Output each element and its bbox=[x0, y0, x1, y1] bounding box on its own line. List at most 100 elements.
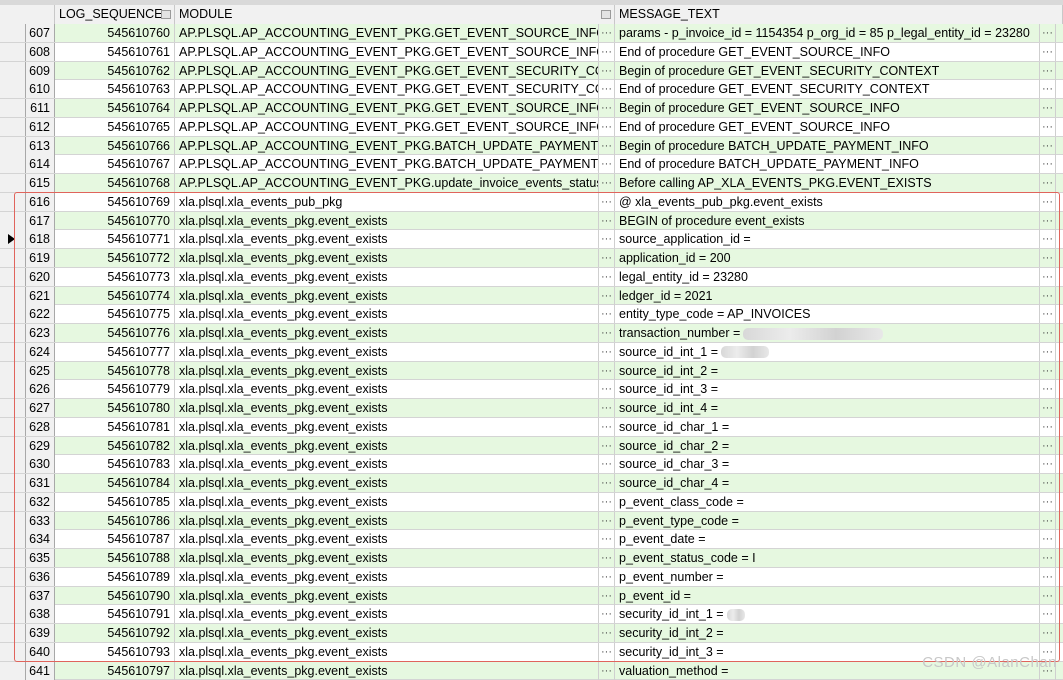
cell-ellipsis-button[interactable]: ··· bbox=[599, 642, 615, 661]
cell-ellipsis-button[interactable]: ··· bbox=[1040, 455, 1056, 474]
column-header-message-text[interactable]: MESSAGE_TEXT bbox=[615, 5, 1063, 24]
cell-ellipsis-button[interactable]: ··· bbox=[599, 605, 615, 624]
cell-message-text[interactable]: source_id_int_2 = bbox=[615, 361, 1040, 380]
table-row[interactable]: 629 545610782 xla.plsql.xla_events_pkg.eve… bbox=[0, 436, 1063, 456]
cell-log-sequence[interactable]: 545610781 bbox=[55, 417, 175, 436]
table-row[interactable]: 636 545610789 xla.plsql.xla_events_pkg.eve… bbox=[0, 567, 1063, 587]
cell-ellipsis-button[interactable]: ··· bbox=[599, 549, 615, 567]
row-indicator[interactable] bbox=[0, 24, 26, 42]
cell-module[interactable]: xla.plsql.xla_events_pkg.event_exists bbox=[175, 211, 599, 230]
table-row[interactable]: 609 545610762 AP.PLSQL.AP_ACCOUNTING_EVENT… bbox=[0, 61, 1063, 81]
row-indicator[interactable] bbox=[0, 567, 26, 586]
cell-message-text[interactable]: ledger_id = 2021 bbox=[615, 286, 1040, 305]
cell-ellipsis-button[interactable]: ··· bbox=[1040, 305, 1056, 324]
cell-module[interactable]: AP.PLSQL.AP_ACCOUNTING_EVENT_PKG.GET_EVE… bbox=[175, 117, 599, 136]
cell-log-sequence[interactable]: 545610765 bbox=[55, 117, 175, 136]
cell-ellipsis-button[interactable]: ··· bbox=[1040, 155, 1056, 174]
cell-ellipsis-button[interactable]: ··· bbox=[599, 474, 615, 492]
cell-log-sequence[interactable]: 545610771 bbox=[55, 230, 175, 249]
cell-ellipsis-button[interactable]: ··· bbox=[1040, 399, 1056, 417]
cell-ellipsis-button[interactable]: ··· bbox=[1040, 586, 1056, 605]
cell-message-text[interactable]: params - p_invoice_id = 1154354 p_org_id… bbox=[615, 24, 1040, 42]
cell-log-sequence[interactable]: 545610785 bbox=[55, 492, 175, 511]
cell-ellipsis-button[interactable]: ··· bbox=[599, 174, 615, 192]
row-indicator[interactable] bbox=[0, 80, 26, 99]
cell-ellipsis-button[interactable]: ··· bbox=[1040, 136, 1056, 155]
table-row[interactable]: 638 545610791 xla.plsql.xla_events_pkg.eve… bbox=[0, 605, 1063, 624]
cell-module[interactable]: AP.PLSQL.AP_ACCOUNTING_EVENT_PKG.BATCH_U… bbox=[175, 136, 599, 155]
table-row[interactable]: 626 545610779 xla.plsql.xla_events_pkg.eve… bbox=[0, 380, 1063, 399]
cell-log-sequence[interactable]: 545610791 bbox=[55, 605, 175, 624]
cell-message-text[interactable]: Before calling AP_XLA_EVENTS_PKG.EVENT_E… bbox=[615, 174, 1040, 192]
row-indicator[interactable] bbox=[0, 436, 26, 455]
cell-log-sequence[interactable]: 545610774 bbox=[55, 286, 175, 305]
cell-ellipsis-button[interactable]: ··· bbox=[599, 417, 615, 436]
row-indicator[interactable] bbox=[0, 230, 26, 249]
cell-message-text[interactable]: Begin of procedure GET_EVENT_SECURITY_CO… bbox=[615, 61, 1040, 80]
cell-ellipsis-button[interactable]: ··· bbox=[1040, 192, 1056, 211]
cell-module[interactable]: AP.PLSQL.AP_ACCOUNTING_EVENT_PKG.BATCH_U… bbox=[175, 155, 599, 174]
cell-message-text[interactable]: legal_entity_id = 23280 bbox=[615, 267, 1040, 286]
cell-ellipsis-button[interactable]: ··· bbox=[1040, 24, 1056, 42]
cell-ellipsis-button[interactable]: ··· bbox=[1040, 342, 1056, 361]
cell-ellipsis-button[interactable]: ··· bbox=[599, 511, 615, 530]
cell-ellipsis-button[interactable]: ··· bbox=[1040, 174, 1056, 192]
cell-message-text[interactable]: source_id_char_2 = bbox=[615, 436, 1040, 455]
cell-ellipsis-button[interactable]: ··· bbox=[599, 586, 615, 605]
cell-ellipsis-button[interactable]: ··· bbox=[1040, 211, 1056, 230]
cell-ellipsis-button[interactable]: ··· bbox=[1040, 417, 1056, 436]
row-indicator[interactable] bbox=[0, 624, 26, 642]
header-corner[interactable] bbox=[0, 5, 55, 24]
row-indicator[interactable] bbox=[0, 155, 26, 174]
table-row[interactable]: 621 545610774 xla.plsql.xla_events_pkg.eve… bbox=[0, 286, 1063, 306]
cell-message-text[interactable]: application_id = 200 bbox=[615, 249, 1040, 267]
cell-log-sequence[interactable]: 545610770 bbox=[55, 211, 175, 230]
cell-ellipsis-button[interactable]: ··· bbox=[599, 324, 615, 342]
cell-ellipsis-button[interactable]: ··· bbox=[599, 399, 615, 417]
cell-message-text[interactable]: p_event_number = bbox=[615, 567, 1040, 586]
cell-module[interactable]: xla.plsql.xla_events_pkg.event_exists bbox=[175, 286, 599, 305]
cell-ellipsis-button[interactable]: ··· bbox=[1040, 511, 1056, 530]
row-indicator[interactable] bbox=[0, 136, 26, 155]
row-indicator[interactable] bbox=[0, 530, 26, 549]
table-row[interactable]: 612 545610765 AP.PLSQL.AP_ACCOUNTING_EVENT… bbox=[0, 117, 1063, 137]
cell-ellipsis-button[interactable]: ··· bbox=[1040, 361, 1056, 380]
cell-message-text[interactable]: Begin of procedure BATCH_UPDATE_PAYMENT_… bbox=[615, 136, 1040, 155]
table-row[interactable]: 632 545610785 xla.plsql.xla_events_pkg.eve… bbox=[0, 492, 1063, 512]
cell-ellipsis-button[interactable]: ··· bbox=[1040, 230, 1056, 249]
table-row[interactable]: 608 545610761 AP.PLSQL.AP_ACCOUNTING_EVENT… bbox=[0, 42, 1063, 62]
row-indicator[interactable] bbox=[0, 417, 26, 436]
cell-ellipsis-button[interactable]: ··· bbox=[599, 155, 615, 174]
cell-ellipsis-button[interactable]: ··· bbox=[1040, 99, 1056, 117]
cell-ellipsis-button[interactable]: ··· bbox=[1040, 474, 1056, 492]
cell-module[interactable]: xla.plsql.xla_events_pkg.event_exists bbox=[175, 230, 599, 249]
cell-module[interactable]: xla.plsql.xla_events_pkg.event_exists bbox=[175, 249, 599, 267]
cell-ellipsis-button[interactable]: ··· bbox=[1040, 286, 1056, 305]
table-row[interactable]: 611 545610764 AP.PLSQL.AP_ACCOUNTING_EVENT… bbox=[0, 99, 1063, 118]
cell-ellipsis-button[interactable]: ··· bbox=[599, 24, 615, 42]
cell-message-text[interactable]: @ xla_events_pub_pkg.event_exists bbox=[615, 192, 1040, 211]
cell-module[interactable]: xla.plsql.xla_events_pkg.event_exists bbox=[175, 605, 599, 624]
table-row[interactable]: 622 545610775 xla.plsql.xla_events_pkg.eve… bbox=[0, 305, 1063, 324]
cell-ellipsis-button[interactable]: ··· bbox=[599, 530, 615, 549]
table-row[interactable]: 628 545610781 xla.plsql.xla_events_pkg.eve… bbox=[0, 417, 1063, 437]
cell-ellipsis-button[interactable]: ··· bbox=[599, 380, 615, 399]
cell-message-text[interactable]: transaction_number = bbox=[615, 324, 1040, 342]
cell-module[interactable]: AP.PLSQL.AP_ACCOUNTING_EVENT_PKG.GET_EVE… bbox=[175, 24, 599, 42]
cell-message-text[interactable]: source_id_int_4 = bbox=[615, 399, 1040, 417]
cell-log-sequence[interactable]: 545610779 bbox=[55, 380, 175, 399]
table-row[interactable]: 623 545610776 xla.plsql.xla_events_pkg.eve… bbox=[0, 324, 1063, 343]
table-row[interactable]: 627 545610780 xla.plsql.xla_events_pkg.eve… bbox=[0, 399, 1063, 418]
cell-module[interactable]: xla.plsql.xla_events_pkg.event_exists bbox=[175, 530, 599, 549]
cell-ellipsis-button[interactable]: ··· bbox=[599, 342, 615, 361]
table-row[interactable]: 635 545610788 xla.plsql.xla_events_pkg.eve… bbox=[0, 549, 1063, 568]
cell-log-sequence[interactable]: 545610769 bbox=[55, 192, 175, 211]
cell-log-sequence[interactable]: 545610780 bbox=[55, 399, 175, 417]
row-indicator[interactable] bbox=[0, 586, 26, 605]
cell-ellipsis-button[interactable]: ··· bbox=[599, 211, 615, 230]
cell-ellipsis-button[interactable]: ··· bbox=[1040, 267, 1056, 286]
cell-ellipsis-button[interactable]: ··· bbox=[599, 61, 615, 80]
row-indicator[interactable] bbox=[0, 61, 26, 80]
cell-ellipsis-button[interactable]: ··· bbox=[599, 286, 615, 305]
cell-ellipsis-button[interactable]: ··· bbox=[1040, 530, 1056, 549]
